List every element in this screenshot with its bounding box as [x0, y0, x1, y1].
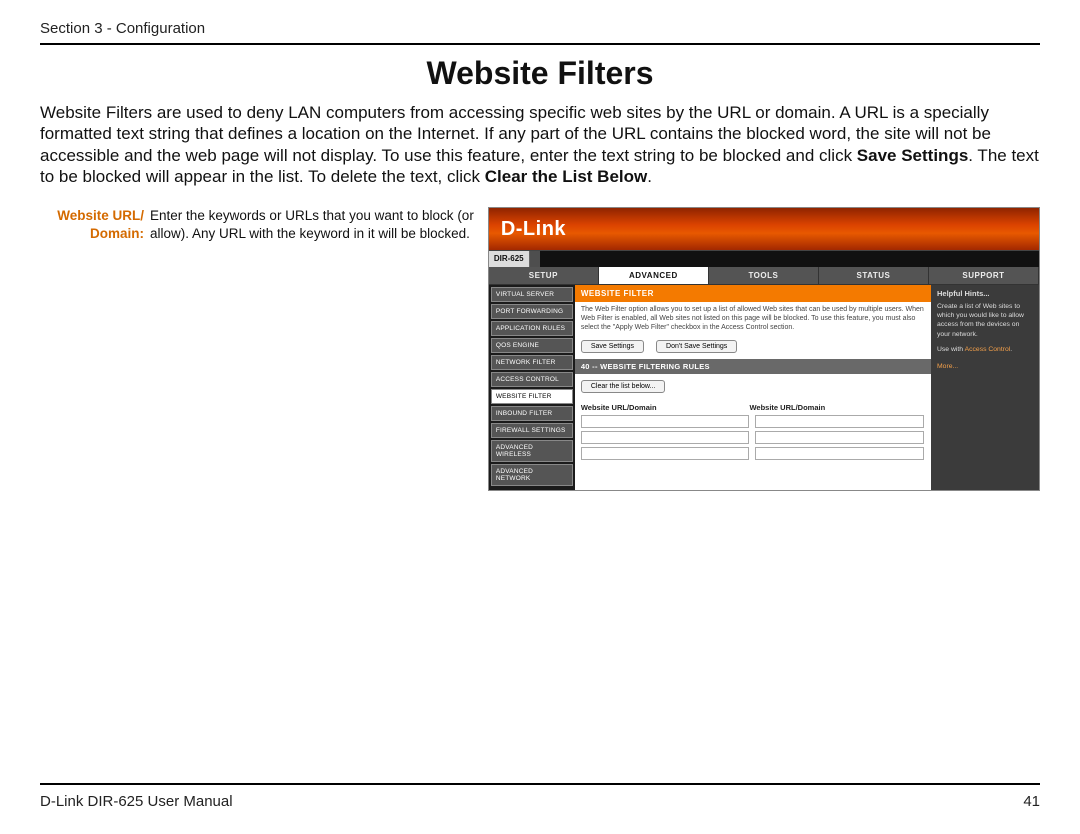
- hints-access-control-link[interactable]: Access Control: [965, 346, 1011, 353]
- side-application-rules[interactable]: APPLICATION RULES: [491, 321, 573, 336]
- clear-list-button[interactable]: Clear the list below...: [581, 380, 666, 393]
- tab-setup[interactable]: SETUP: [489, 267, 599, 285]
- filter-row: [581, 431, 925, 444]
- description-column: Website URL/ Domain: Enter the keywords …: [40, 207, 474, 491]
- desc-body: Enter the keywords or URLs that you want…: [150, 207, 474, 242]
- hints-panel: Helpful Hints... Create a list of Web si…: [931, 285, 1039, 490]
- intro-text-3: .: [647, 167, 652, 186]
- tab-advanced[interactable]: ADVANCED: [599, 267, 709, 285]
- footer-page-number: 41: [1023, 793, 1040, 810]
- router-banner: D-Link: [489, 208, 1039, 250]
- save-settings-button[interactable]: Save Settings: [581, 340, 644, 353]
- center-panel: WEBSITE FILTER The Web Filter option all…: [575, 285, 931, 490]
- grid-header-row: Website URL/Domain Website URL/Domain: [581, 403, 925, 412]
- page-footer: D-Link DIR-625 User Manual 41: [40, 783, 1040, 810]
- intro-paragraph: Website Filters are used to deny LAN com…: [40, 102, 1040, 187]
- dont-save-button[interactable]: Don't Save Settings: [656, 340, 737, 353]
- brand-logo: D-Link: [501, 218, 566, 241]
- model-spacer: [530, 251, 540, 267]
- hints-usewith: Use with: [937, 346, 965, 353]
- url-input-2b[interactable]: [755, 431, 924, 444]
- side-website-filter[interactable]: WEBSITE FILTER: [491, 389, 573, 404]
- nav-tabs: SETUP ADVANCED TOOLS STATUS SUPPORT: [489, 267, 1039, 285]
- side-network-filter[interactable]: NETWORK FILTER: [491, 355, 573, 370]
- side-firewall-settings[interactable]: FIREWALL SETTINGS: [491, 423, 573, 438]
- footer-left: D-Link DIR-625 User Manual: [40, 793, 233, 810]
- rules-subheader: 40 -- WEBSITE FILTERING RULES: [575, 359, 931, 374]
- intro-bold-1: Save Settings: [857, 146, 969, 165]
- desc-label: Website URL/ Domain:: [40, 207, 150, 242]
- side-access-control[interactable]: ACCESS CONTROL: [491, 372, 573, 387]
- side-inbound-filter[interactable]: INBOUND FILTER: [491, 406, 573, 421]
- hints-title: Helpful Hints...: [937, 289, 1033, 299]
- url-input-1a[interactable]: [581, 415, 750, 428]
- filter-row: [581, 447, 925, 460]
- side-port-forwarding[interactable]: PORT FORWARDING: [491, 304, 573, 319]
- tab-status[interactable]: STATUS: [819, 267, 929, 285]
- hints-more-link[interactable]: More...: [937, 362, 1033, 371]
- side-advanced-network[interactable]: ADVANCED NETWORK: [491, 464, 573, 486]
- side-advanced-wireless[interactable]: ADVANCED WIRELESS: [491, 440, 573, 462]
- period: .: [1010, 346, 1012, 353]
- intro-text-1: Website Filters are used to deny LAN com…: [40, 103, 991, 165]
- intro-bold-2: Clear the List Below: [485, 167, 647, 186]
- router-screenshot: D-Link DIR-625 SETUP ADVANCED TOOLS STAT…: [488, 207, 1040, 491]
- side-virtual-server[interactable]: VIRTUAL SERVER: [491, 287, 573, 302]
- panel-text: The Web Filter option allows you to set …: [575, 302, 931, 338]
- model-row: DIR-625: [489, 250, 1039, 267]
- col-header-1: Website URL/Domain: [581, 403, 750, 412]
- filter-row: [581, 415, 925, 428]
- tab-support[interactable]: SUPPORT: [929, 267, 1039, 285]
- url-input-2a[interactable]: [581, 431, 750, 444]
- model-label: DIR-625: [489, 251, 530, 267]
- col-header-2: Website URL/Domain: [749, 403, 918, 412]
- hints-text: Create a list of Web sites to which you …: [937, 302, 1033, 339]
- page-title: Website Filters: [40, 55, 1040, 92]
- side-qos-engine[interactable]: QOS ENGINE: [491, 338, 573, 353]
- tab-tools[interactable]: TOOLS: [709, 267, 819, 285]
- url-input-3a[interactable]: [581, 447, 750, 460]
- url-input-1b[interactable]: [755, 415, 924, 428]
- side-menu: VIRTUAL SERVER PORT FORWARDING APPLICATI…: [489, 285, 575, 490]
- section-header: Section 3 - Configuration: [40, 20, 1040, 45]
- url-input-3b[interactable]: [755, 447, 924, 460]
- panel-title: WEBSITE FILTER: [575, 285, 931, 302]
